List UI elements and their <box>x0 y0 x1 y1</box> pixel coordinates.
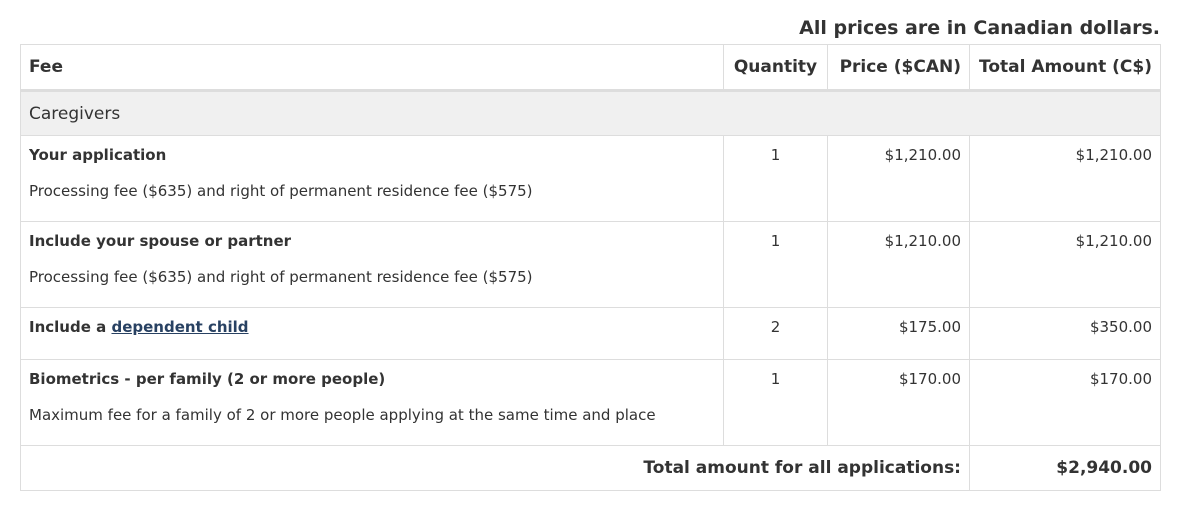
group-row-caregivers: Caregivers <box>20 90 1161 136</box>
table-row: Include your spouse or partner Processin… <box>20 221 1161 308</box>
column-header-price: Price ($CAN) <box>827 44 970 92</box>
table-row: Biometrics - per family (2 or more peopl… <box>20 359 1161 446</box>
dependent-child-link[interactable]: dependent child <box>111 318 248 336</box>
group-label: Caregivers <box>20 90 1161 136</box>
fee-description: Processing fee ($635) and right of perma… <box>29 182 533 200</box>
fee-description: Processing fee ($635) and right of perma… <box>29 268 533 286</box>
column-header-fee: Fee <box>20 44 724 92</box>
table-header-row: Fee Quantity Price ($CAN) Total Amount (… <box>20 44 1161 92</box>
fee-title-prefix: Include a <box>29 318 107 336</box>
price-cell: $175.00 <box>827 307 970 360</box>
table-row: Include a dependent child 2 $175.00 $350… <box>20 307 1161 360</box>
fee-table-section: All prices are in Canadian dollars. Fee … <box>20 0 1161 491</box>
fee-cell: Include your spouse or partner Processin… <box>20 221 724 308</box>
total-value: $2,940.00 <box>969 445 1161 491</box>
column-header-quantity: Quantity <box>723 44 828 92</box>
quantity-cell: 1 <box>723 359 828 446</box>
total-row: Total amount for all applications: $2,94… <box>20 445 1161 491</box>
table-row: Your application Processing fee ($635) a… <box>20 135 1161 222</box>
quantity-cell: 1 <box>723 221 828 308</box>
fee-title: Include a dependent child <box>29 318 715 336</box>
fee-table: Fee Quantity Price ($CAN) Total Amount (… <box>20 44 1161 491</box>
fee-title: Your application <box>29 146 167 164</box>
fee-cell: Include a dependent child <box>20 307 724 360</box>
currency-note: All prices are in Canadian dollars. <box>799 17 1160 39</box>
price-cell: $170.00 <box>827 359 970 446</box>
fee-title: Include your spouse or partner <box>29 232 292 250</box>
price-cell: $1,210.00 <box>827 135 970 222</box>
fee-cell: Biometrics - per family (2 or more peopl… <box>20 359 724 446</box>
fee-title: Biometrics - per family (2 or more peopl… <box>29 370 386 388</box>
quantity-cell: 2 <box>723 307 828 360</box>
quantity-cell: 1 <box>723 135 828 222</box>
total-cell: $350.00 <box>969 307 1161 360</box>
column-header-total: Total Amount (C$) <box>969 44 1161 92</box>
price-cell: $1,210.00 <box>827 221 970 308</box>
fee-cell: Your application Processing fee ($635) a… <box>20 135 724 222</box>
total-label: Total amount for all applications: <box>20 445 970 491</box>
total-cell: $1,210.00 <box>969 221 1161 308</box>
total-cell: $1,210.00 <box>969 135 1161 222</box>
fee-description: Maximum fee for a family of 2 or more pe… <box>29 406 656 424</box>
total-cell: $170.00 <box>969 359 1161 446</box>
